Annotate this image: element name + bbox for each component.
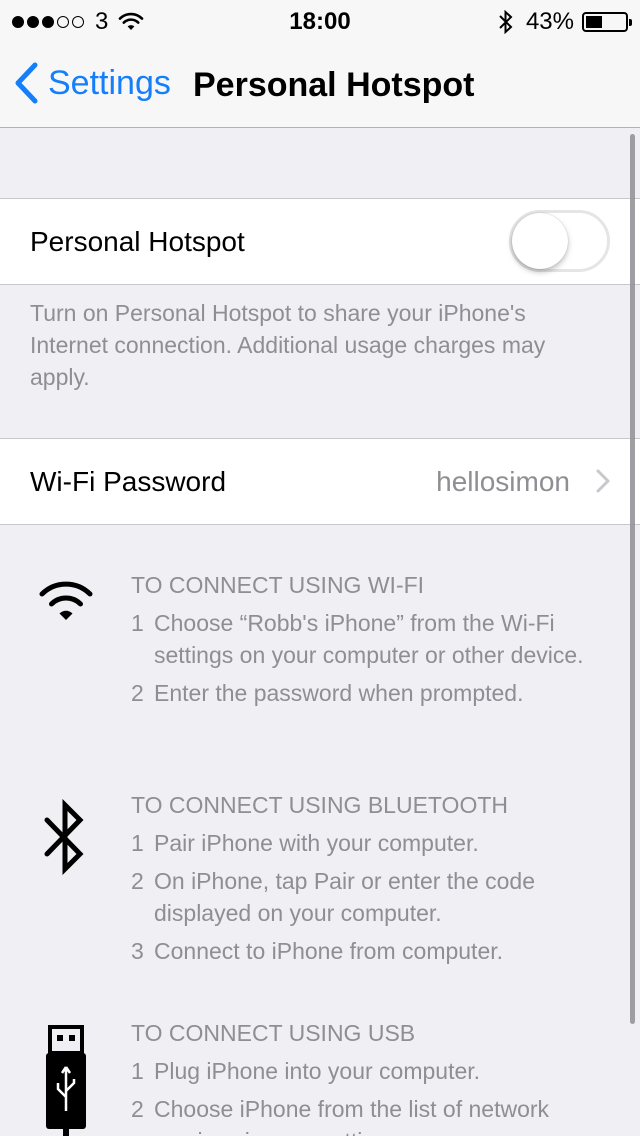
step-text: Plug iPhone into your computer.: [154, 1058, 481, 1084]
step-number: 3: [131, 938, 144, 964]
instruction-step: 3 Connect to iPhone from computer.: [131, 935, 611, 967]
scroll-indicator[interactable]: [630, 134, 635, 1024]
chevron-left-icon: [15, 62, 38, 104]
wifi-password-value: hellosimon: [436, 466, 570, 497]
step-number: 1: [131, 830, 144, 856]
step-text: Choose iPhone from the list of network s…: [154, 1096, 550, 1136]
back-label: Settings: [48, 63, 171, 102]
personal-hotspot-label: Personal Hotspot: [30, 226, 245, 257]
instructions-heading: TO CONNECT USING WI-FI: [131, 572, 425, 598]
instruction-step: 2 Choose iPhone from the list of network…: [131, 1093, 611, 1136]
instruction-step: 1 Plug iPhone into your computer.: [131, 1055, 611, 1087]
instructions-heading: TO CONNECT USING USB: [131, 1020, 416, 1046]
step-number: 2: [131, 868, 144, 894]
navigation-bar: Settings Personal Hotspot: [0, 40, 640, 128]
usb-icon: [46, 1025, 86, 1136]
screen: 3 18:00 43% Settings Personal Hotspot Pe…: [0, 0, 640, 1136]
battery-icon: [582, 12, 632, 32]
step-number: 2: [131, 680, 144, 706]
personal-hotspot-row: Personal Hotspot: [0, 198, 640, 285]
wifi-password-label: Wi-Fi Password: [30, 466, 227, 497]
battery-percent: 43%: [525, 8, 574, 35]
instruction-step: 1 Choose “Robb's iPhone” from the Wi-Fi …: [131, 607, 611, 671]
instruction-step: 1 Pair iPhone with your computer.: [131, 827, 611, 859]
battery-level: [586, 16, 603, 28]
step-text: Pair iPhone with your computer.: [154, 830, 479, 856]
step-text: Choose “Robb's iPhone” from the Wi-Fi se…: [154, 610, 584, 668]
status-bar: 3 18:00 43%: [0, 0, 640, 40]
instruction-step: 2 On iPhone, tap Pair or enter the code …: [131, 865, 611, 929]
wifi-password-row[interactable]: Wi-Fi Password hellosimon: [0, 438, 640, 525]
page-title: Personal Hotspot: [193, 66, 475, 104]
step-number: 1: [131, 610, 144, 636]
chevron-right-icon: [596, 469, 610, 493]
step-number: 2: [131, 1096, 144, 1122]
bluetooth-icon: [499, 10, 513, 34]
instructions-heading: TO CONNECT USING BLUETOOTH: [131, 792, 508, 818]
back-button[interactable]: Settings: [14, 62, 171, 104]
step-text: On iPhone, tap Pair or enter the code di…: [154, 868, 536, 926]
wifi-icon: [39, 581, 93, 620]
hotspot-footnote: Turn on Personal Hotspot to share your i…: [30, 300, 546, 390]
usb-instructions-text: TO CONNECT USING USB 1 Plug iPhone into …: [131, 1017, 611, 1136]
personal-hotspot-toggle[interactable]: [509, 210, 610, 272]
instruction-step: 2 Enter the password when prompted.: [131, 677, 611, 709]
status-right: 43%: [498, 8, 632, 36]
wifi-instructions-text: TO CONNECT USING WI-FI 1 Choose “Robb's …: [131, 569, 611, 715]
bluetooth-icon: [44, 799, 84, 875]
step-text: Enter the password when prompted.: [154, 680, 524, 706]
step-text: Connect to iPhone from computer.: [154, 938, 504, 964]
toggle-knob: [512, 213, 568, 269]
step-number: 1: [131, 1058, 144, 1084]
bluetooth-instructions-text: TO CONNECT USING BLUETOOTH 1 Pair iPhone…: [131, 789, 611, 973]
